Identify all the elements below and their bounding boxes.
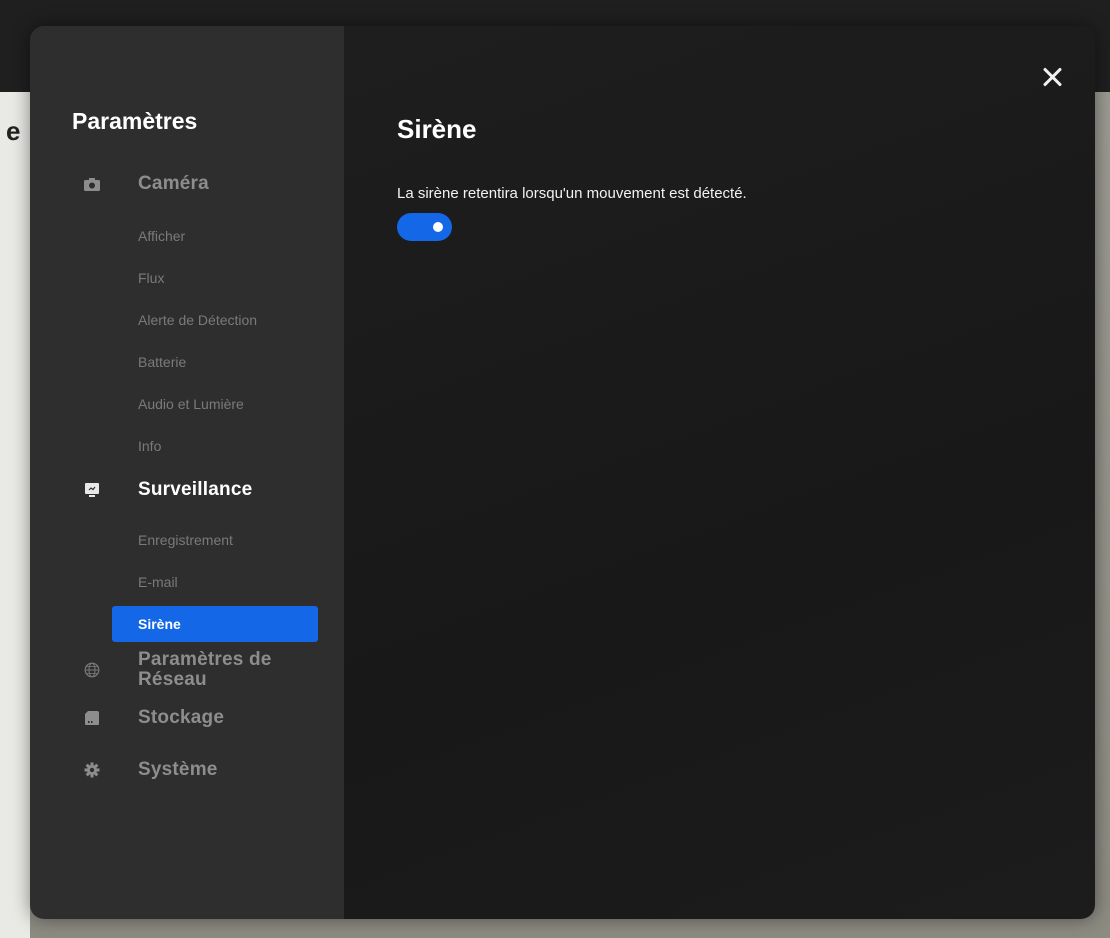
sidebar-section-surveillance[interactable]: Surveillance <box>30 472 344 508</box>
sidebar-item-audio-lumiere[interactable]: Audio et Lumière <box>138 395 244 413</box>
sidebar-item-batterie[interactable]: Batterie <box>138 353 186 371</box>
gear-icon <box>84 762 100 778</box>
sidebar-item-info[interactable]: Info <box>138 437 161 455</box>
close-icon[interactable] <box>1039 64 1065 90</box>
background-app-sidebar <box>0 92 30 938</box>
page-title: Sirène <box>397 114 477 144</box>
sidebar-item-email[interactable]: E-mail <box>138 573 178 591</box>
sidebar-section-label: Système <box>138 759 218 780</box>
settings-sidebar: Paramètres Caméra Afficher Flux Alerte d… <box>30 26 344 919</box>
sidebar-section-label: Paramètres de Réseau <box>138 649 272 690</box>
camera-icon <box>84 176 100 192</box>
sidebar-section-label: Caméra <box>138 173 209 194</box>
globe-icon <box>84 662 100 678</box>
toggle-knob <box>433 222 443 232</box>
siren-toggle[interactable] <box>397 213 452 241</box>
settings-content: Sirène La sirène retentira lorsqu'un mou… <box>344 26 1095 919</box>
sd-card-icon <box>84 710 100 726</box>
sidebar-section-label: Surveillance <box>138 479 253 500</box>
sidebar-section-storage[interactable]: Stockage <box>30 700 344 736</box>
monitor-icon <box>84 482 100 498</box>
sidebar-item-sirene[interactable]: Sirène <box>112 606 318 642</box>
sidebar-section-network[interactable]: Paramètres de Réseau <box>30 648 344 692</box>
sidebar-section-camera[interactable]: Caméra <box>30 166 344 202</box>
sidebar-item-alerte-detection[interactable]: Alerte de Détection <box>138 311 257 329</box>
sidebar-item-flux[interactable]: Flux <box>138 269 164 287</box>
sidebar-item-afficher[interactable]: Afficher <box>138 227 185 245</box>
background-partial-text: e <box>6 116 21 146</box>
sidebar-item-enregistrement[interactable]: Enregistrement <box>138 531 233 549</box>
sidebar-section-system[interactable]: Système <box>30 752 344 788</box>
siren-description: La sirène retentira lorsqu'un mouvement … <box>397 185 747 202</box>
sidebar-section-label: Stockage <box>138 707 225 728</box>
sidebar-title: Paramètres <box>72 108 198 134</box>
settings-modal: Paramètres Caméra Afficher Flux Alerte d… <box>30 26 1095 919</box>
